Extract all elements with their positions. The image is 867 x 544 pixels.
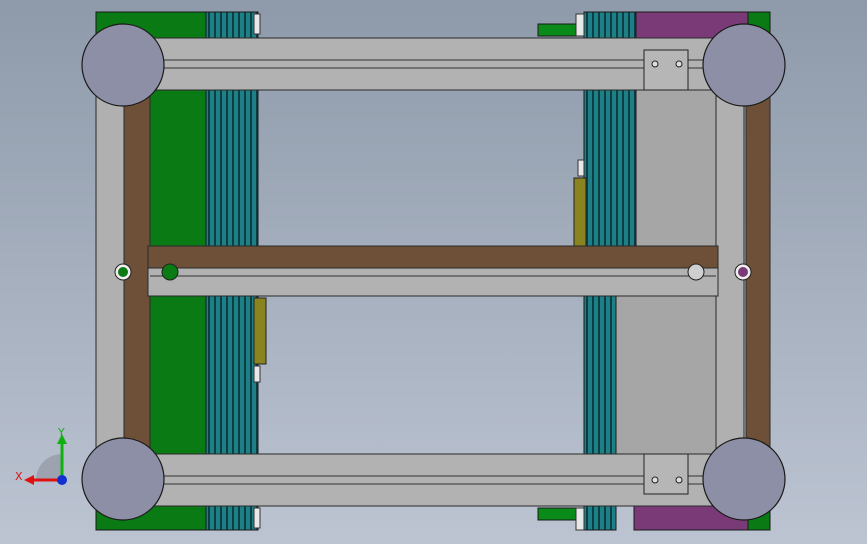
olive-strip-left — [253, 297, 267, 365]
plate-hole — [651, 60, 659, 68]
mounting-plate-bottom — [643, 453, 689, 495]
plate-hole — [675, 476, 683, 484]
purple-bolt — [738, 267, 748, 277]
middle-brown-beam — [147, 245, 719, 269]
plate-hole — [651, 476, 659, 484]
z-axis-dot — [57, 475, 67, 485]
gray-bolt — [687, 263, 705, 281]
caster-wheel-top-left — [81, 23, 165, 107]
plate-hole — [675, 60, 683, 68]
y-axis-label: Y — [57, 426, 65, 439]
cad-viewport[interactable]: Y X — [0, 0, 867, 544]
heatsink-tab — [253, 13, 261, 35]
olive-strip-right — [573, 177, 587, 247]
green-bolt — [118, 267, 128, 277]
right-motor-block-bottom — [611, 295, 721, 455]
green-bolt — [161, 263, 179, 281]
heatsink-tab — [577, 159, 585, 177]
heatsink-tab — [253, 507, 261, 529]
heatsink-tab — [253, 365, 261, 383]
x-axis-label: X — [15, 470, 23, 483]
caster-wheel-top-right — [702, 23, 786, 107]
cylinder-cap — [575, 507, 585, 531]
middle-gray-beam — [147, 267, 719, 297]
cylinder-cap — [575, 13, 585, 37]
caster-wheel-bottom-right — [702, 437, 786, 521]
caster-wheel-bottom-left — [81, 437, 165, 521]
mounting-plate-top — [643, 49, 689, 91]
